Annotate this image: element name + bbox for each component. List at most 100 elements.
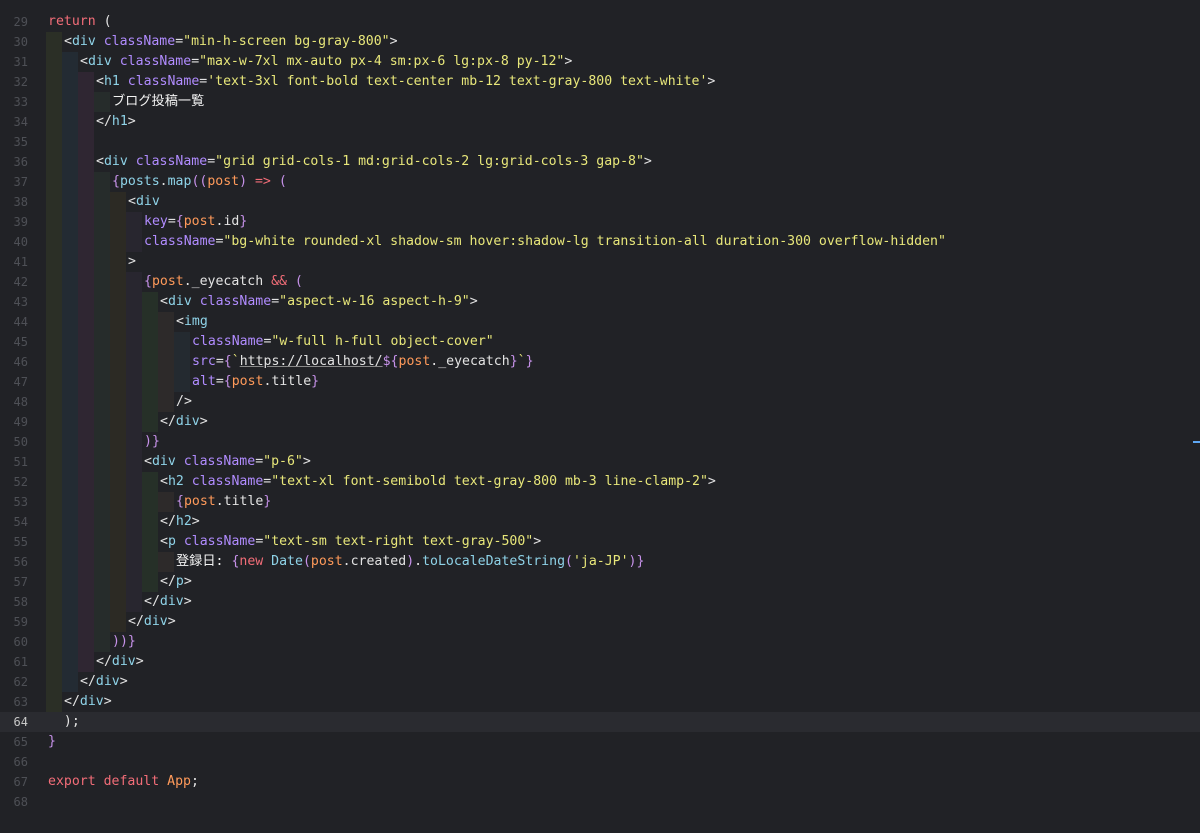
indent-guide: [46, 72, 62, 92]
code-line[interactable]: 29 return (: [0, 12, 1200, 32]
indent-guide: [62, 452, 78, 472]
code-line[interactable]: 59 </div>: [0, 612, 1200, 632]
code-token: >: [191, 514, 200, 529]
code-line[interactable]: 62 </div>: [0, 672, 1200, 692]
code-token: p: [167, 534, 176, 549]
code-line[interactable]: 31 <div className="max-w-7xl mx-auto px-4…: [0, 52, 1200, 72]
code-line[interactable]: 45 className="w-full h-full object-cover": [0, 332, 1200, 352]
code-token: div: [95, 674, 120, 689]
code-line[interactable]: 54 </h2>: [0, 512, 1200, 532]
code-line[interactable]: 44 <img: [0, 312, 1200, 332]
code-token: =>: [247, 174, 279, 189]
code-token: "text-sm text-right text-gray-500": [263, 534, 534, 549]
code-text: alt={post.title}: [192, 372, 319, 392]
code-line[interactable]: 63 </div>: [0, 692, 1200, 712]
code-line[interactable]: 43 <div className="aspect-w-16 aspect-h-9…: [0, 292, 1200, 312]
code-token: div: [111, 654, 136, 669]
line-number: 52: [13, 475, 28, 489]
code-text: export default App;: [48, 772, 199, 792]
code-token: "p-6": [263, 454, 303, 469]
code-token: posts: [119, 174, 160, 189]
code-line[interactable]: 68: [0, 792, 1200, 812]
code-token: div: [71, 34, 96, 49]
code-line[interactable]: 67 export default App;: [0, 772, 1200, 792]
indent-guide: [78, 132, 94, 152]
indent-guide: [110, 612, 126, 632]
code-text: className="bg-white rounded-xl shadow-sm…: [144, 232, 946, 252]
indent-guide: [46, 332, 62, 352]
code-line[interactable]: 30 <div className="min-h-screen bg-gray-8…: [0, 32, 1200, 52]
indent-guide: [46, 212, 62, 232]
code-line[interactable]: 35: [0, 132, 1200, 152]
code-token: post: [183, 494, 216, 509]
indent-guide: [78, 152, 94, 172]
code-line[interactable]: 48 />: [0, 392, 1200, 412]
indent-guide: [94, 452, 110, 472]
code-line[interactable]: 46 src={`https://localhost/${post._eyecat…: [0, 352, 1200, 372]
code-token: default: [103, 774, 160, 789]
code-token: App: [167, 774, 191, 789]
code-line[interactable]: 50)}: [0, 432, 1200, 452]
code-token: "max-w-7xl mx-auto px-4 sm:px-6 lg:px-8 …: [199, 54, 565, 69]
indent-guide: [78, 232, 94, 252]
code-line[interactable]: 39 key={post.id}: [0, 212, 1200, 232]
code-token: post: [207, 174, 240, 189]
code-text: </h1>: [96, 112, 136, 132]
indent-guide: [94, 172, 110, 192]
code-token: h2: [175, 514, 192, 529]
line-number: 32: [13, 75, 28, 89]
indent-guide: [62, 672, 78, 692]
indent-guide: [62, 252, 78, 272]
code-line[interactable]: 38 <div: [0, 192, 1200, 212]
code-token: (: [294, 274, 303, 289]
indent-guide: [62, 92, 78, 112]
code-token: >: [135, 654, 144, 669]
code-line[interactable]: 51 <div className="p-6">: [0, 452, 1200, 472]
code-token: =: [191, 54, 200, 69]
code-line[interactable]: 52 <h2 className="text-xl font-semibold t…: [0, 472, 1200, 492]
code-token: >: [564, 54, 573, 69]
code-text: ブログ投稿一覧: [112, 92, 204, 112]
code-line[interactable]: 57 </p>: [0, 572, 1200, 592]
code-editor[interactable]: 29 return (30 <div className="min-h-screen…: [0, 0, 1200, 833]
indent-guide: [46, 612, 62, 632]
code-token: h2: [167, 474, 184, 489]
indent-guide: [110, 512, 126, 532]
line-number: 45: [13, 335, 28, 349]
code-line[interactable]: 58 </div>: [0, 592, 1200, 612]
code-line[interactable]: 36 <div className="grid grid-cols-1 md:gr…: [0, 152, 1200, 172]
code-line[interactable]: 60))}: [0, 632, 1200, 652]
indent-guide: [158, 492, 174, 512]
code-line[interactable]: 37 {posts.map((post) => (: [0, 172, 1200, 192]
code-line[interactable]: 47 alt={post.title}: [0, 372, 1200, 392]
code-line[interactable]: 66: [0, 752, 1200, 772]
code-line[interactable]: 41 >: [0, 252, 1200, 272]
code-line[interactable]: 33 ブログ投稿一覧: [0, 92, 1200, 112]
code-line[interactable]: 64 );: [0, 712, 1200, 732]
code-line[interactable]: 40 className="bg-white rounded-xl shadow-…: [0, 232, 1200, 252]
code-line[interactable]: 55 <p className="text-sm text-right text-…: [0, 532, 1200, 552]
code-line[interactable]: 49 </div>: [0, 412, 1200, 432]
indent-guide: [78, 212, 94, 232]
code-token: "min-h-screen bg-gray-800": [183, 34, 390, 49]
code-token: div: [175, 414, 200, 429]
code-text: <img: [176, 312, 208, 332]
code-line[interactable]: 61 </div>: [0, 652, 1200, 672]
code-token: "bg-white rounded-xl shadow-sm hover:sha…: [223, 234, 946, 249]
code-token: }: [263, 494, 272, 509]
code-line[interactable]: 42 {post._eyecatch && (: [0, 272, 1200, 292]
code-token: ): [239, 174, 248, 189]
code-token: className: [127, 74, 200, 89]
code-token: className: [144, 234, 216, 249]
indent-guide: [126, 412, 142, 432]
code-line[interactable]: 53 {post.title}: [0, 492, 1200, 512]
code-line[interactable]: 65}: [0, 732, 1200, 752]
code-line[interactable]: 32 <h1 className='text-3xl font-bold text…: [0, 72, 1200, 92]
code-token: 'text-3xl font-bold text-center mb-12 te…: [207, 74, 708, 89]
code-line[interactable]: 56 登録日: {new Date(post.created).toLocaleD…: [0, 552, 1200, 572]
code-line[interactable]: 34 </h1>: [0, 112, 1200, 132]
code-token: .: [342, 554, 351, 569]
indent-guide: [110, 552, 126, 572]
